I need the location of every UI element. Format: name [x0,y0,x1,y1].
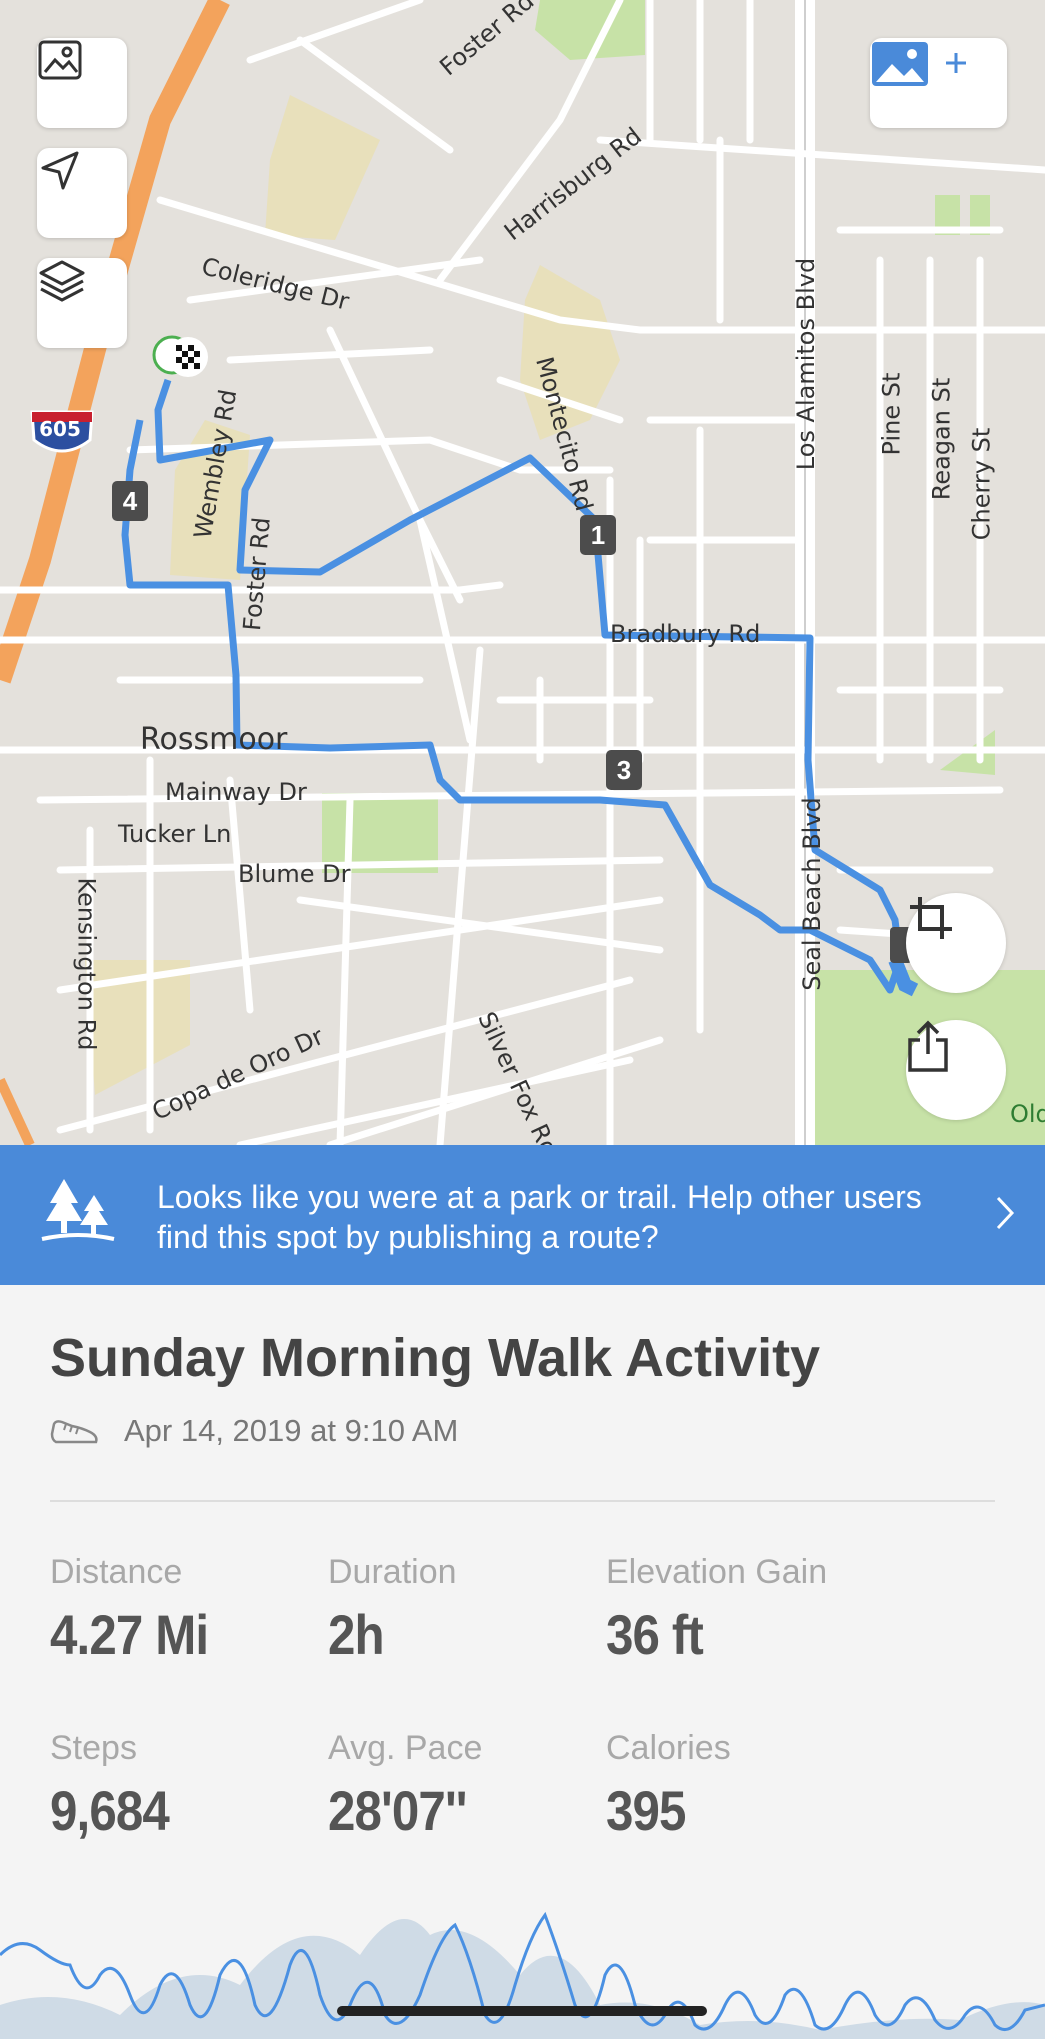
stat-steps: Steps 9,684 [50,1729,310,1843]
route-marker-1: 1 [580,515,616,555]
add-photo-button[interactable] [870,38,1007,128]
divider [50,1500,995,1502]
banner-text: Looks like you were at a park or trail. … [157,1179,922,1255]
stat-value: 2h [328,1603,385,1666]
activity-date: Apr 14, 2019 at 9:10 AM [124,1413,459,1448]
stat-distance: Distance 4.27 Mi [50,1553,310,1667]
road-label: Cherry St [967,427,996,541]
add-image-icon [872,42,966,86]
crop-button[interactable] [906,893,1006,993]
stat-label: Steps [50,1729,137,1767]
publish-route-banner[interactable]: Looks like you were at a park or trail. … [0,1145,1045,1285]
start-finish-marker-icon [152,335,208,377]
stat-label: Distance [50,1553,183,1591]
map-canvas [0,0,1045,1145]
stat-calories: Calories 395 [606,1729,866,1843]
stat-value: 36 ft [606,1603,704,1666]
stat-value: 4.27 Mi [50,1603,209,1666]
activity-graph [0,1911,1045,2039]
road-label: Los Alamitos Blvd [792,257,821,471]
stat-duration: Duration 2h [328,1553,588,1667]
layers-icon [39,260,85,302]
route-marker-3: 3 [606,750,642,790]
road-label: Kensington Rd [72,877,101,1051]
route-marker-4: 4 [112,481,148,521]
stat-elevation-gain: Elevation Gain 36 ft [606,1553,866,1667]
trees-icon [41,1179,115,1241]
stat-label: Calories [606,1729,731,1767]
crop-icon [910,897,952,939]
stat-label: Avg. Pace [328,1729,483,1767]
activity-date-row: Apr 14, 2019 at 9:10 AM [50,1413,458,1449]
stat-label: Elevation Gain [606,1553,828,1591]
road-label: Old [1010,1100,1045,1128]
stat-label: Duration [328,1553,457,1591]
navigation-arrow-icon [41,151,79,190]
shoe-icon [50,1420,98,1444]
home-indicator[interactable] [337,2006,707,2016]
road-label: Bradbury Rd [610,620,761,648]
layers-button[interactable] [37,258,127,348]
stat-value: 9,684 [50,1779,170,1842]
activity-title: Sunday Morning Walk Activity [50,1328,821,1388]
road-label: Mainway Dr [165,778,307,806]
road-label: Reagan St [927,377,956,501]
neighborhood-label: Rossmoor [140,722,288,757]
road-label: Blume Dr [238,860,351,888]
road-label: Pine St [877,372,906,456]
share-button[interactable] [906,1020,1006,1120]
road-label: Tucker Ln [118,820,232,848]
stat-value: 28'07'' [328,1779,468,1842]
chevron-right-icon [996,1196,1015,1230]
image-icon [38,40,82,80]
share-icon [908,1020,948,1072]
stat-avg-pace: Avg. Pace 28'07'' [328,1729,588,1843]
route-map[interactable]: 1 3 4 605 Foster Rd Harrisburg Rd Coleri… [0,0,1045,1145]
location-button[interactable] [37,148,127,238]
road-label: 605 [39,417,81,441]
photo-button[interactable] [37,38,127,128]
road-label: Seal Beach Blvd [797,797,826,991]
stat-value: 395 [606,1779,686,1842]
